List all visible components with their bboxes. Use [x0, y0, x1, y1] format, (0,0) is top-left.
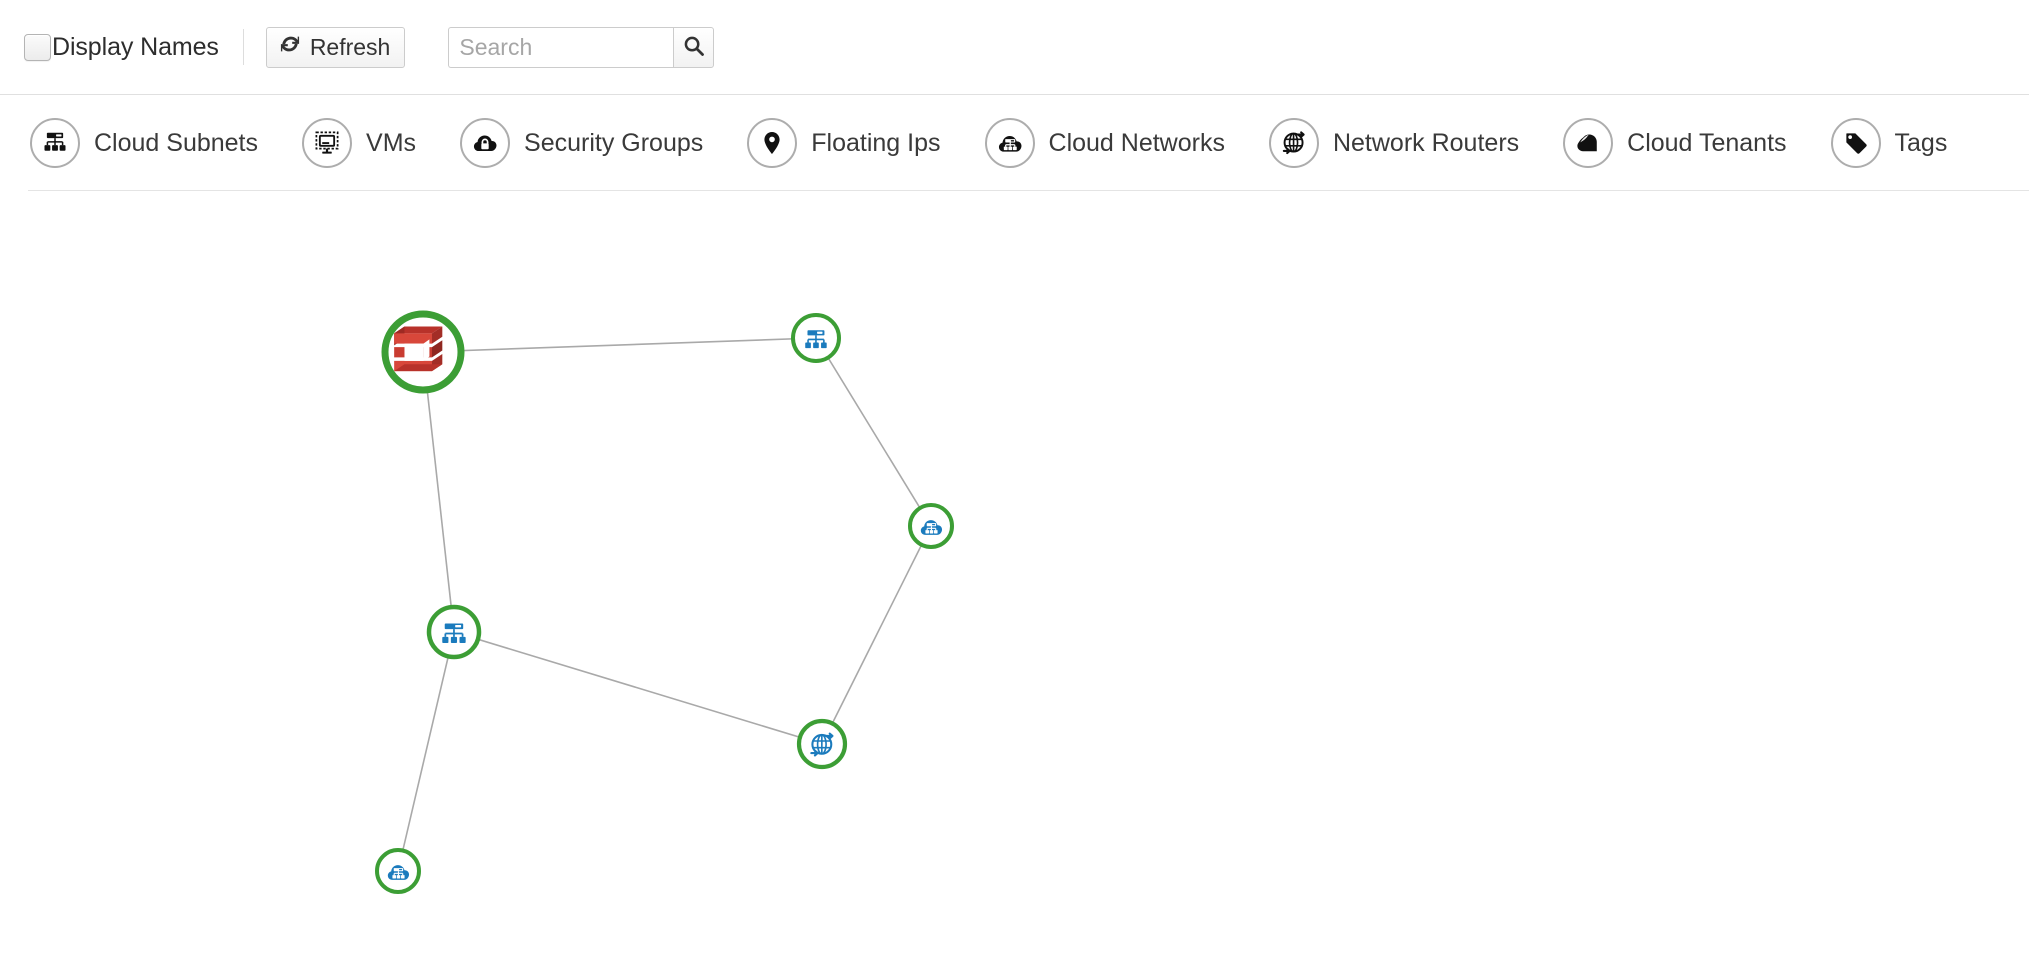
topology-graph[interactable]: [0, 191, 2029, 975]
cloud-tenant-icon: [1563, 118, 1614, 168]
search-icon: [683, 35, 705, 60]
topology-node-cloud-tenant[interactable]: [381, 310, 465, 394]
legend-item-cloud-tenants[interactable]: Cloud Tenants: [1563, 118, 1787, 168]
legend-label: Cloud Subnets: [94, 128, 259, 157]
cloud-network-icon: [984, 118, 1035, 168]
cloud-lock-icon: [460, 118, 511, 168]
tag-icon: [1830, 118, 1881, 168]
legend-label: Tags: [1894, 128, 1948, 157]
search-group: [448, 26, 715, 68]
legend-item-tags[interactable]: Tags: [1830, 118, 1948, 168]
refresh-icon: [279, 33, 301, 61]
search-button[interactable]: [673, 26, 715, 68]
globe-router-icon: [1268, 118, 1319, 168]
topology-edges: [397, 337, 932, 872]
search-input[interactable]: [448, 26, 674, 68]
legend-item-floating-ips[interactable]: Floating Ips: [747, 118, 941, 168]
refresh-button-label: Refresh: [309, 33, 391, 60]
topology-canvas[interactable]: [0, 191, 2029, 975]
display-names-label: Display Names: [52, 32, 219, 61]
openstack-logo-icon: [394, 326, 443, 372]
subnet-icon: [441, 622, 467, 644]
toolbar: Display Names Refresh: [0, 0, 2029, 95]
legend-item-network-routers[interactable]: Network Routers: [1268, 118, 1520, 168]
edge-network-router: [821, 525, 932, 745]
topology-node-cloud-network-right[interactable]: [908, 503, 954, 549]
legend-item-cloud-subnets[interactable]: Cloud Subnets: [30, 118, 258, 168]
map-marker-icon: [747, 118, 798, 168]
topology-node-cloud-network-bottom[interactable]: [375, 848, 421, 894]
legend-label: Network Routers: [1332, 128, 1520, 157]
toolbar-divider: [242, 29, 244, 65]
legend-label: Security Groups: [524, 128, 704, 157]
legend-bar: Cloud Subnets VMs Security Groups Floati…: [0, 95, 2029, 191]
legend-item-security-groups[interactable]: Security Groups: [460, 118, 703, 168]
edge-tenant-subnet-mid: [422, 351, 455, 633]
legend-item-vms[interactable]: VMs: [302, 118, 416, 168]
edge-subnet-mid-network: [397, 631, 455, 872]
vm-screen-icon: [302, 118, 353, 168]
subnet-icon: [804, 329, 828, 349]
refresh-button[interactable]: Refresh: [265, 26, 406, 68]
subnet-icon: [30, 118, 80, 168]
edge-subnet-mid-router: [453, 631, 823, 745]
topology-page: Display Names Refresh Search Cloud Subne…: [0, 0, 2029, 975]
topology-node-network-router[interactable]: [796, 718, 848, 770]
legend-label: Cloud Tenants: [1627, 128, 1787, 157]
legend-label: Cloud Networks: [1048, 128, 1225, 157]
edge-tenant-subnet-top: [422, 337, 817, 353]
display-names-checkbox[interactable]: [24, 33, 51, 61]
legend-label: Floating Ips: [811, 128, 941, 157]
topology-node-cloud-subnet-top[interactable]: [791, 313, 841, 363]
topology-node-cloud-subnet-mid[interactable]: [426, 604, 482, 660]
edge-subnet-top-network: [815, 337, 932, 527]
legend-label: VMs: [366, 128, 417, 157]
display-names-control[interactable]: Display Names: [24, 0, 219, 94]
legend-item-cloud-networks[interactable]: Cloud Networks: [984, 118, 1225, 168]
